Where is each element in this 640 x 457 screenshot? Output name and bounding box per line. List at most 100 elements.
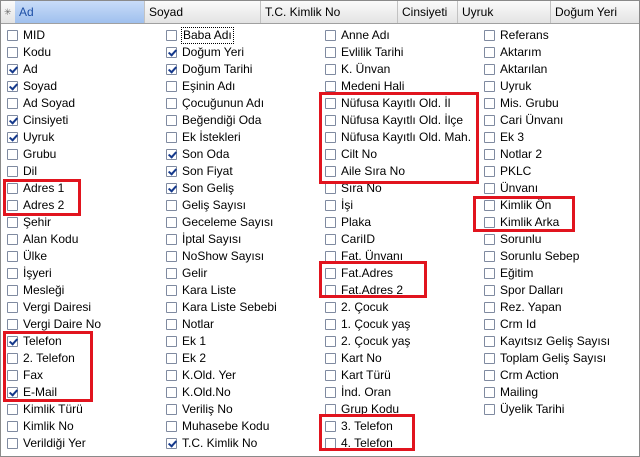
checkbox-unchecked[interactable]	[325, 98, 336, 109]
checkbox-unchecked[interactable]	[484, 302, 495, 313]
checkbox-unchecked[interactable]	[166, 370, 177, 381]
checkbox-unchecked[interactable]	[325, 30, 336, 41]
checkbox-unchecked[interactable]	[166, 336, 177, 347]
checkbox-unchecked[interactable]	[166, 387, 177, 398]
checkbox-unchecked[interactable]	[484, 234, 495, 245]
checkbox-unchecked[interactable]	[166, 285, 177, 296]
checkbox-unchecked[interactable]	[325, 115, 336, 126]
checkbox-unchecked[interactable]	[166, 81, 177, 92]
checkbox-unchecked[interactable]	[325, 200, 336, 211]
checkbox-unchecked[interactable]	[166, 319, 177, 330]
checkbox-checked[interactable]	[166, 47, 177, 58]
checkbox-unchecked[interactable]	[325, 234, 336, 245]
header-column-dogum-yeri[interactable]: Doğum Yeri	[551, 1, 639, 23]
checkbox-unchecked[interactable]	[325, 132, 336, 143]
checkbox-unchecked[interactable]	[166, 251, 177, 262]
checkbox-unchecked[interactable]	[325, 47, 336, 58]
checkbox-unchecked[interactable]	[325, 166, 336, 177]
checkbox-unchecked[interactable]	[7, 166, 18, 177]
checkbox-checked[interactable]	[7, 336, 18, 347]
checkbox-checked[interactable]	[166, 149, 177, 160]
header-column-soyad[interactable]: Soyad	[145, 1, 261, 23]
checkbox-unchecked[interactable]	[325, 438, 336, 449]
checkbox-unchecked[interactable]	[7, 268, 18, 279]
checkbox-unchecked[interactable]	[166, 234, 177, 245]
checkbox-unchecked[interactable]	[7, 98, 18, 109]
checkbox-checked[interactable]	[7, 115, 18, 126]
checkbox-unchecked[interactable]	[484, 183, 495, 194]
checkbox-unchecked[interactable]	[484, 217, 495, 228]
checkbox-unchecked[interactable]	[484, 98, 495, 109]
checkbox-unchecked[interactable]	[166, 268, 177, 279]
checkbox-checked[interactable]	[7, 387, 18, 398]
checkbox-unchecked[interactable]	[484, 404, 495, 415]
checkbox-unchecked[interactable]	[325, 217, 336, 228]
checkbox-unchecked[interactable]	[484, 353, 495, 364]
header-column-tc-kimlik-no[interactable]: T.C. Kimlik No	[261, 1, 398, 23]
checkbox-unchecked[interactable]	[166, 200, 177, 211]
checkbox-unchecked[interactable]	[325, 353, 336, 364]
checkbox-unchecked[interactable]	[484, 336, 495, 347]
checkbox-unchecked[interactable]	[484, 132, 495, 143]
checkbox-unchecked[interactable]	[325, 149, 336, 160]
checkbox-unchecked[interactable]	[166, 132, 177, 143]
checkbox-unchecked[interactable]	[325, 64, 336, 75]
checkbox-checked[interactable]	[166, 166, 177, 177]
checkbox-unchecked[interactable]	[325, 268, 336, 279]
checkbox-unchecked[interactable]	[7, 302, 18, 313]
checkbox-unchecked[interactable]	[7, 370, 18, 381]
checkbox-unchecked[interactable]	[325, 370, 336, 381]
checkbox-checked[interactable]	[166, 438, 177, 449]
checkbox-unchecked[interactable]	[325, 387, 336, 398]
header-column-ad[interactable]: Ad	[15, 1, 145, 23]
checkbox-unchecked[interactable]	[166, 421, 177, 432]
checkbox-unchecked[interactable]	[7, 200, 18, 211]
header-column-cinsiyeti[interactable]: Cinsiyeti	[398, 1, 458, 23]
checkbox-unchecked[interactable]	[7, 251, 18, 262]
checkbox-unchecked[interactable]	[484, 370, 495, 381]
checkbox-unchecked[interactable]	[166, 217, 177, 228]
checkbox-unchecked[interactable]	[7, 30, 18, 41]
checkbox-unchecked[interactable]	[7, 319, 18, 330]
checkbox-unchecked[interactable]	[325, 302, 336, 313]
checkbox-unchecked[interactable]	[7, 438, 18, 449]
checkbox-unchecked[interactable]	[484, 81, 495, 92]
checkbox-unchecked[interactable]	[7, 353, 18, 364]
checkbox-unchecked[interactable]	[7, 183, 18, 194]
checkbox-unchecked[interactable]	[484, 149, 495, 160]
checkbox-unchecked[interactable]	[484, 200, 495, 211]
checkbox-unchecked[interactable]	[7, 149, 18, 160]
checkbox-unchecked[interactable]	[484, 268, 495, 279]
checkbox-unchecked[interactable]	[484, 30, 495, 41]
checkbox-unchecked[interactable]	[325, 183, 336, 194]
checkbox-unchecked[interactable]	[325, 421, 336, 432]
checkbox-unchecked[interactable]	[7, 285, 18, 296]
checkbox-unchecked[interactable]	[325, 319, 336, 330]
header-column-uyruk[interactable]: Uyruk	[458, 1, 551, 23]
checkbox-unchecked[interactable]	[7, 217, 18, 228]
checkbox-checked[interactable]	[7, 81, 18, 92]
checkbox-unchecked[interactable]	[7, 234, 18, 245]
asterisk-icon[interactable]: ✳	[4, 1, 12, 23]
checkbox-unchecked[interactable]	[325, 81, 336, 92]
checkbox-unchecked[interactable]	[484, 115, 495, 126]
checkbox-unchecked[interactable]	[484, 319, 495, 330]
checkbox-unchecked[interactable]	[325, 251, 336, 262]
checkbox-checked[interactable]	[7, 64, 18, 75]
checkbox-unchecked[interactable]	[7, 47, 18, 58]
checkbox-unchecked[interactable]	[484, 166, 495, 177]
checkbox-unchecked[interactable]	[484, 47, 495, 58]
checkbox-unchecked[interactable]	[166, 30, 177, 41]
checkbox-unchecked[interactable]	[325, 404, 336, 415]
checkbox-checked[interactable]	[166, 64, 177, 75]
checkbox-unchecked[interactable]	[325, 285, 336, 296]
checkbox-unchecked[interactable]	[166, 98, 177, 109]
checkbox-unchecked[interactable]	[484, 387, 495, 398]
checkbox-unchecked[interactable]	[7, 404, 18, 415]
checkbox-unchecked[interactable]	[7, 421, 18, 432]
checkbox-unchecked[interactable]	[166, 302, 177, 313]
checkbox-unchecked[interactable]	[484, 64, 495, 75]
checkbox-unchecked[interactable]	[166, 404, 177, 415]
checkbox-unchecked[interactable]	[484, 251, 495, 262]
checkbox-checked[interactable]	[7, 132, 18, 143]
